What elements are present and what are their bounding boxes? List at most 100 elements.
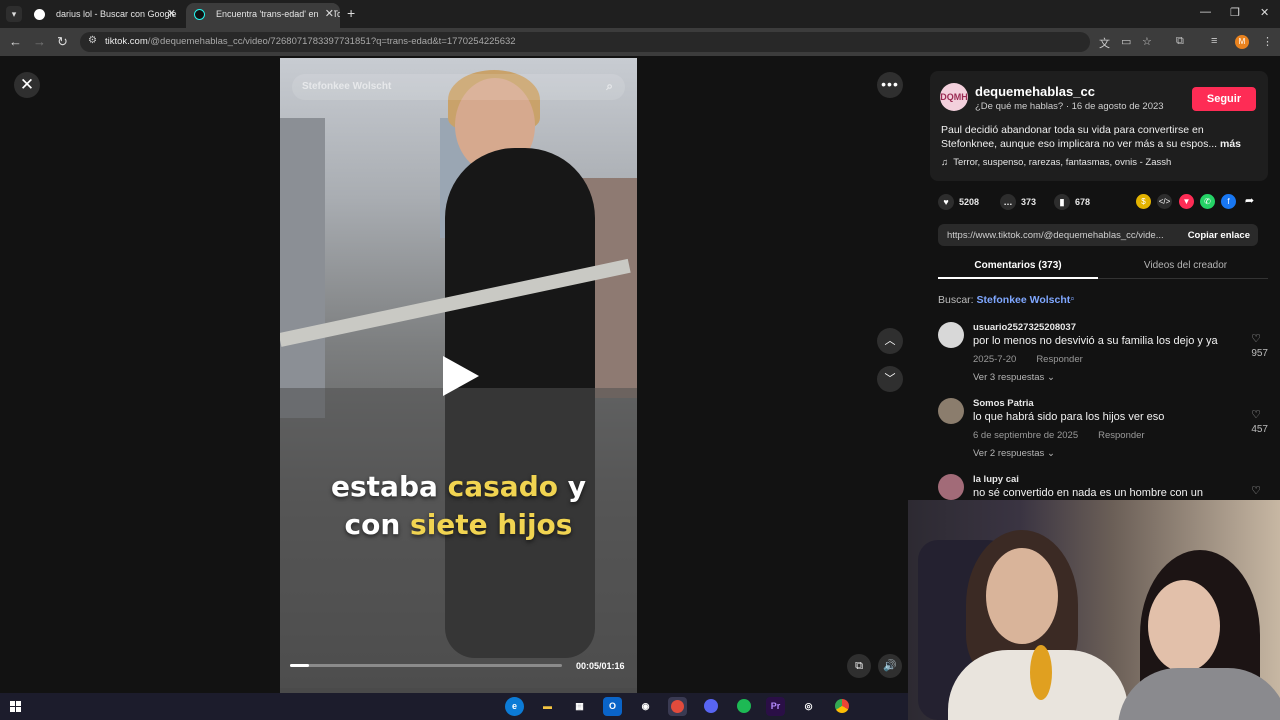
comment-like-count: 457: [1251, 424, 1268, 435]
comment-like-icon[interactable]: ♡: [1244, 332, 1268, 345]
share-icon[interactable]: ➦: [1242, 194, 1257, 209]
bookmark-star-icon[interactable]: ☆: [1142, 35, 1152, 48]
comment-username[interactable]: la lupy cai: [973, 474, 1019, 485]
spotify-icon[interactable]: [734, 697, 753, 716]
minimize-button[interactable]: —: [1200, 6, 1211, 18]
facebook-icon[interactable]: f: [1221, 194, 1236, 209]
video-description: Paul decidió abandonar toda su vida para…: [941, 124, 1242, 150]
comment-item: la lupy cai no sé convertido en nada es …: [938, 474, 1268, 500]
forward-button[interactable]: →: [33, 34, 46, 49]
new-tab-button[interactable]: +: [347, 5, 355, 21]
store-icon[interactable]: ▦: [570, 697, 589, 716]
reply-button[interactable]: Responder: [1036, 354, 1082, 365]
video-progress-bar[interactable]: [290, 664, 562, 667]
tiktok-icon: [194, 9, 205, 20]
next-video-button[interactable]: ﹀: [877, 366, 903, 392]
more-link[interactable]: más: [1220, 138, 1241, 150]
like-button[interactable]: ♥ 5208: [938, 194, 979, 210]
profile-avatar[interactable]: M: [1235, 35, 1249, 49]
close-video-button[interactable]: ✕: [14, 72, 40, 98]
comment-like-icon[interactable]: ♡: [1244, 408, 1268, 421]
reload-button[interactable]: ↻: [57, 34, 68, 50]
avatar[interactable]: DQMH: [940, 83, 968, 111]
related-search: Buscar: Stefonkee Wolscht⌕: [938, 294, 1075, 306]
music-info[interactable]: ♫ Terror, suspenso, rarezas, fantasmas, …: [941, 157, 1171, 168]
discord-icon[interactable]: [701, 697, 720, 716]
whatsapp-icon[interactable]: ✆: [1200, 194, 1215, 209]
follow-button[interactable]: Seguir: [1192, 87, 1256, 111]
comment-meta: 2025-7-20 Responder: [973, 354, 1083, 365]
windows-taskbar: e ▬ ▦ O ◉ Pr ◎: [0, 693, 908, 720]
previous-video-button[interactable]: ︿: [877, 328, 903, 354]
comment-item: Somos Patria lo que habrá sido para los …: [938, 398, 1268, 468]
avatar[interactable]: [938, 474, 964, 500]
browser-tab-tiktok[interactable]: Encuentra 'trans-edad' en TikTok ✕: [186, 3, 340, 28]
send-icon[interactable]: ▼: [1179, 194, 1194, 209]
search-icon[interactable]: ⌕: [606, 79, 613, 94]
comment-text: por lo menos no desvivió a su familia lo…: [973, 335, 1218, 347]
comment-like-icon[interactable]: ♡: [1244, 484, 1268, 497]
volume-icon[interactable]: 🔊: [878, 654, 902, 678]
outlook-icon[interactable]: O: [603, 697, 622, 716]
chrome-alt-icon[interactable]: [832, 697, 851, 716]
video-player[interactable]: Stefonkee Wolscht ⌕ estaba casado y con …: [280, 58, 637, 693]
address-bar[interactable]: ⚙ tiktok.com/@dequemehablas_cc/video/726…: [80, 32, 1090, 52]
tab-search-button[interactable]: ▾: [6, 6, 22, 22]
avatar[interactable]: [938, 322, 964, 348]
pip-icon[interactable]: ⧉: [847, 654, 871, 678]
search-icon: ⌕: [1070, 294, 1075, 303]
windows-start-icon[interactable]: [10, 701, 21, 712]
premiere-icon[interactable]: Pr: [766, 697, 785, 716]
view-replies-link[interactable]: Ver 2 respuestas ⌄: [973, 448, 1055, 459]
reading-list-icon[interactable]: ≡: [1211, 35, 1217, 47]
edge-icon[interactable]: e: [505, 697, 524, 716]
embed-icon[interactable]: </>: [1157, 194, 1172, 209]
translate-icon[interactable]: 文: [1099, 35, 1110, 51]
video-link-text[interactable]: https://www.tiktok.com/@dequemehablas_cc…: [947, 230, 1164, 241]
engagement-stats: ♥ 5208 … 373 ▮ 678 $ </> ▼ ✆ f ➦: [938, 194, 1268, 214]
steam-icon[interactable]: ◉: [636, 697, 655, 716]
chevron-down-icon: ⌄: [1046, 448, 1055, 459]
tab-close-icon[interactable]: ✕: [167, 3, 176, 25]
comment-button[interactable]: … 373: [1000, 194, 1036, 210]
browser-tab-bar: ▾ darius lol - Buscar con Google ✕ Encue…: [0, 0, 1280, 28]
comment-username[interactable]: Somos Patria: [973, 398, 1034, 409]
save-button[interactable]: ▮ 678: [1054, 194, 1090, 210]
comment-username[interactable]: usuario2527325208037: [973, 322, 1076, 333]
video-progress-fill: [290, 664, 310, 667]
video-search-bar[interactable]: Stefonkee Wolscht ⌕: [292, 74, 625, 100]
more-options-button[interactable]: •••: [877, 72, 903, 98]
music-note-icon: ♫: [941, 157, 949, 168]
extensions-icon[interactable]: ⧉: [1176, 35, 1184, 48]
window-close-button[interactable]: ✕: [1260, 6, 1269, 19]
video-link-box: https://www.tiktok.com/@dequemehablas_cc…: [938, 224, 1258, 246]
restore-button[interactable]: ❐: [1230, 6, 1240, 19]
copy-link-button[interactable]: Copiar enlace: [1188, 230, 1250, 241]
coin-icon[interactable]: $: [1136, 194, 1151, 209]
video-details-panel: DQMH dequemehablas_cc ¿De qué me hablas?…: [918, 56, 1280, 500]
site-info-icon[interactable]: ⚙: [88, 35, 97, 46]
tab-creator-videos[interactable]: Videos del creador: [1103, 260, 1268, 271]
tab-close-icon[interactable]: ✕: [320, 3, 334, 25]
chrome-icon[interactable]: [668, 697, 687, 716]
back-button[interactable]: ←: [9, 34, 22, 49]
view-replies-link[interactable]: Ver 3 respuestas ⌄: [973, 372, 1055, 383]
tab-comments[interactable]: Comentarios (373): [938, 260, 1098, 271]
cast-icon[interactable]: ▭: [1121, 35, 1131, 48]
author-card: DQMH dequemehablas_cc ¿De qué me hablas?…: [930, 71, 1268, 181]
address-toolbar: ← → ↻ ⚙ tiktok.com/@dequemehablas_cc/vid…: [0, 28, 1280, 56]
webcam-person-right-face: [1148, 580, 1220, 672]
video-time: 00:05/01:16: [576, 661, 625, 671]
author-name[interactable]: dequemehablas_cc: [975, 84, 1095, 99]
chevron-down-icon: ⌄: [1046, 372, 1055, 383]
related-search-link[interactable]: Stefonkee Wolscht: [977, 294, 1071, 306]
webcam-overlay: [908, 500, 1280, 720]
play-icon[interactable]: [443, 356, 479, 396]
browser-menu-icon[interactable]: ⋮: [1262, 35, 1273, 48]
browser-tab-google[interactable]: darius lol - Buscar con Google ✕: [26, 3, 182, 28]
avatar[interactable]: [938, 398, 964, 424]
obs-icon[interactable]: ◎: [799, 697, 818, 716]
reply-button[interactable]: Responder: [1098, 430, 1144, 441]
webcam-toy-bird: [1030, 645, 1052, 700]
file-explorer-icon[interactable]: ▬: [538, 697, 557, 716]
